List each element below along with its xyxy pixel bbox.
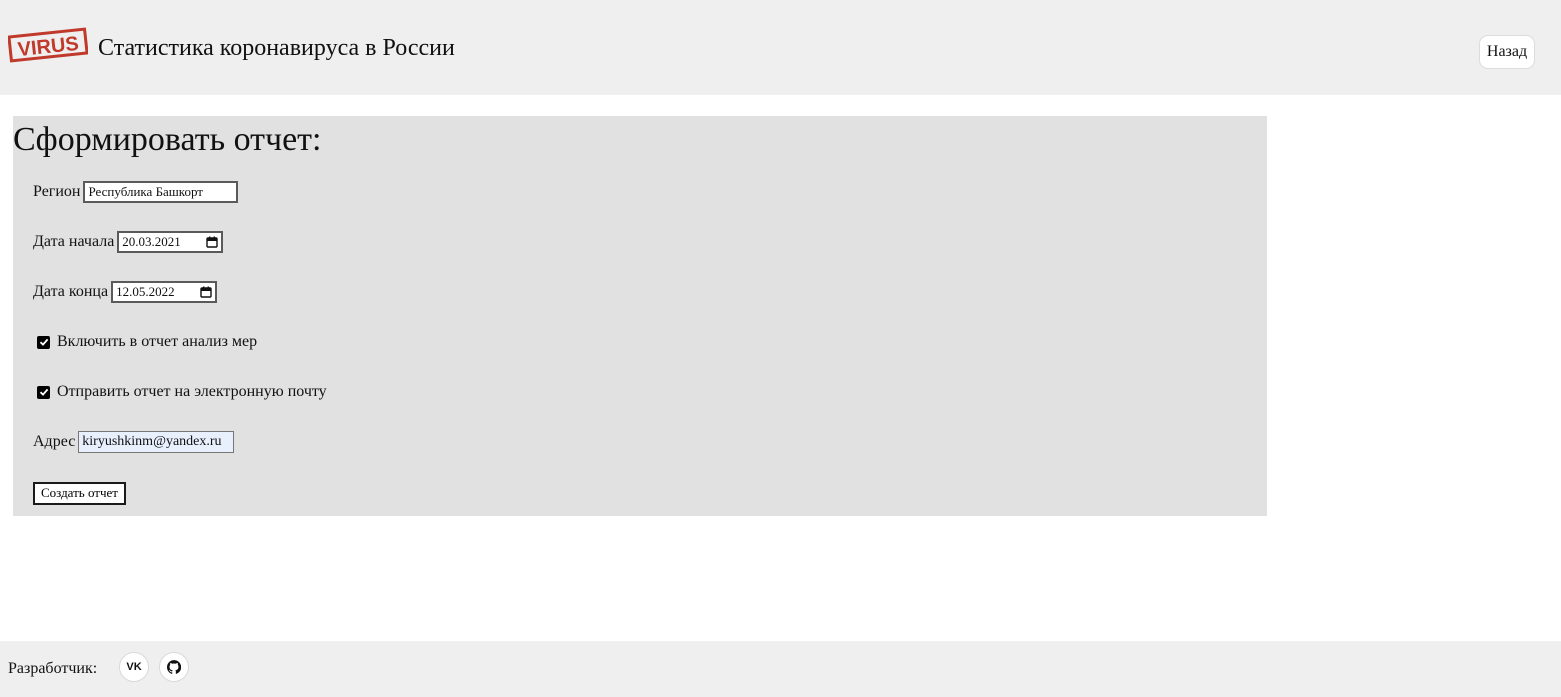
region-value: Республика Башкорт [88,184,203,199]
start-date-value: 20.03.2021 [122,234,181,249]
vk-icon: VK [126,661,142,673]
end-date-input[interactable]: 12.05.2022 [111,281,218,303]
virus-logo: VIRUS [8,27,88,63]
github-link[interactable] [159,652,189,682]
end-date-label: Дата конца [33,283,109,300]
region-label: Регион [33,183,81,200]
start-date-input[interactable]: 20.03.2021 [117,231,224,253]
include-measures-checkbox[interactable] [37,335,50,349]
calendar-icon[interactable] [206,236,218,248]
region-row: Регион Республика Башкорт [33,180,239,204]
vk-link[interactable]: VK [119,652,149,682]
include-measures-row: Включить в отчет анализ мер [33,330,257,354]
calendar-icon[interactable] [200,286,212,298]
email-field[interactable]: kiryushkinm@yandex.ru [78,431,235,453]
github-icon [167,660,181,674]
checkmark-icon [39,338,48,346]
start-date-label: Дата начала [33,233,115,250]
header: VIRUS Статистика коронавируса в России Н… [0,0,1561,95]
region-input[interactable]: Республика Башкорт [83,181,239,203]
end-date-value: 12.05.2022 [116,284,175,299]
back-button[interactable]: Назад [1479,35,1535,69]
checkmark-icon [39,388,48,396]
send-email-checkbox[interactable] [37,385,50,399]
address-label: Адрес [33,433,76,450]
report-form: Сформировать отчет: Регион Республика Ба… [13,116,1267,516]
include-measures-label: Включить в отчет анализ мер [57,333,258,350]
developer-label: Разработчик: [8,660,98,677]
send-email-row: Отправить отчет на электронную почту [33,380,327,404]
submit-row: Создать отчет [33,481,126,505]
report-title: Сформировать отчет: [13,121,322,158]
send-email-label: Отправить отчет на электронную почту [57,383,327,400]
email-value: kiryushkinm@yandex.ru [82,434,222,449]
site-title: Статистика коронавируса в России [98,35,455,61]
create-report-button[interactable]: Создать отчет [33,481,126,505]
address-row: Адрес kiryushkinm@yandex.ru [33,430,235,454]
footer: Разработчик: VK [0,641,1561,697]
start-date-row: Дата начала 20.03.2021 [33,230,224,254]
end-date-row: Дата конца 12.05.2022 [33,280,218,304]
svg-text:VIRUS: VIRUS [17,33,80,61]
